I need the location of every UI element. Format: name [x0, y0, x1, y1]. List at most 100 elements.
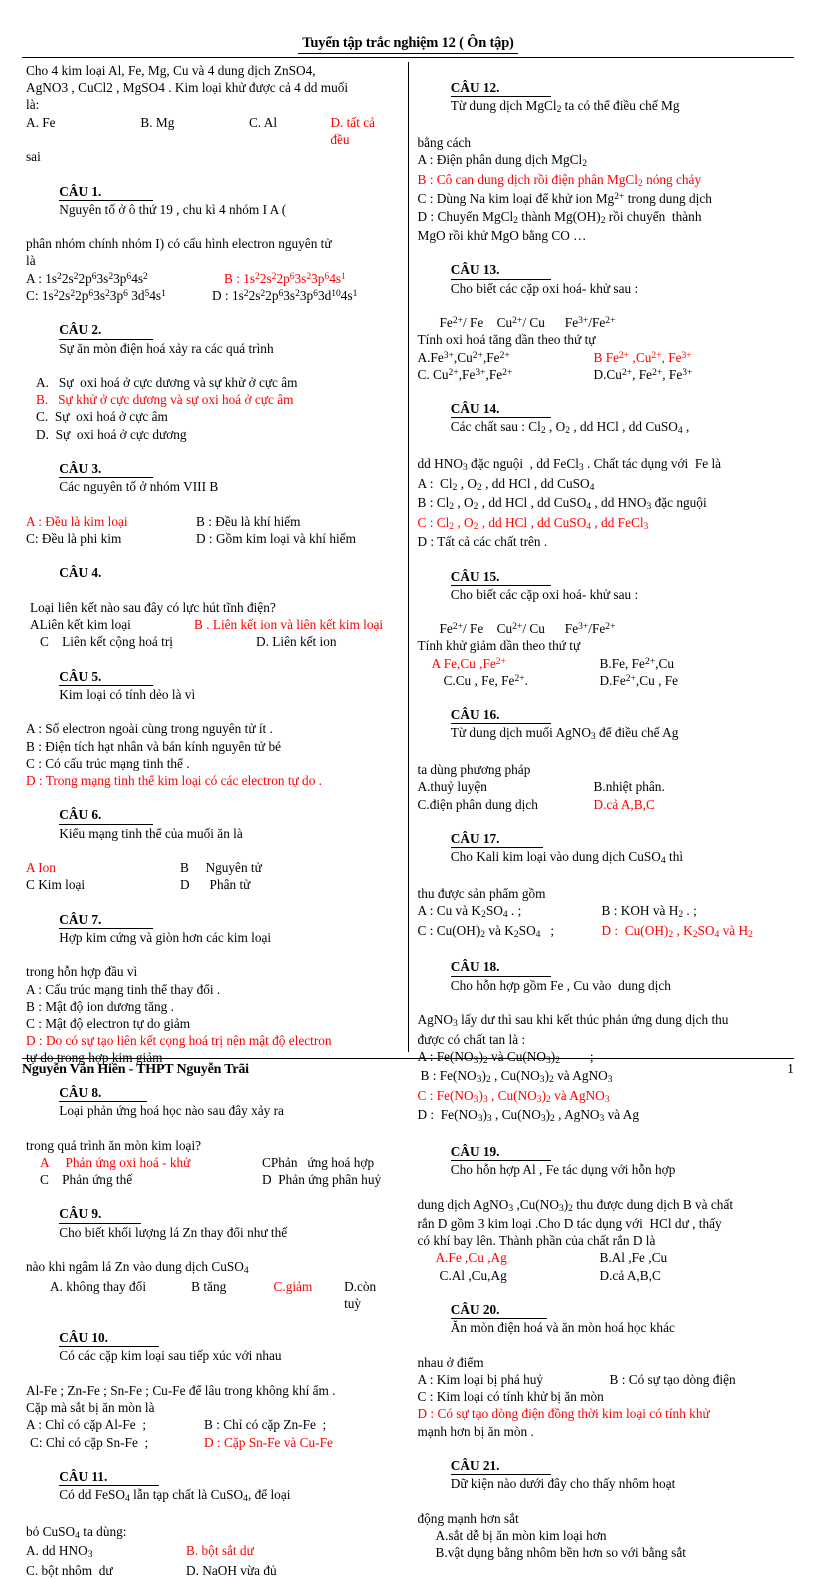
question-15-header: CÂU 15. Cho biết các cặp oxi hoá- khử sa…: [418, 550, 789, 620]
question-9-option-d[interactable]: D.còn tuỳ: [344, 1278, 395, 1312]
question-20-option-d[interactable]: D : Có sự tạo dòng điện đồng thời kim lo…: [418, 1405, 789, 1422]
question-20-option-c[interactable]: C : Kim loại có tính khử bị ăn mòn: [418, 1388, 789, 1405]
question-18-stem-line-3: được có chất tan là :: [417, 1031, 526, 1047]
question-12-header: CÂU 12. Từ dung dịch MgCl2 ta có thể điề…: [418, 62, 789, 134]
question-4-option-d[interactable]: D. Liên kết ion: [256, 633, 337, 650]
question-6-option-d[interactable]: D Phân tử: [180, 876, 250, 893]
question-14-option-b[interactable]: B : Cl2 , O2 , dd HCl , dd CuSO4 , dd HN…: [418, 494, 789, 513]
question-2-option-a[interactable]: A. Sự oxi hoá ở cực dương và sự khử ở cự…: [26, 374, 396, 391]
question-7-option-d[interactable]: D : Do có sự tạo liên kết cọng hoá trị n…: [26, 1032, 396, 1049]
question-16-number: CÂU 16.: [450, 706, 551, 725]
question-9-option-a[interactable]: A. không thay đổi: [50, 1278, 191, 1312]
question-10-option-c[interactable]: C: Chỉ có cặp Sn-Fe ;: [30, 1434, 204, 1451]
question-7-option-c[interactable]: C : Mật độ electron tự do giảm: [26, 1015, 396, 1032]
question-19-option-d[interactable]: D.cả A,B,C: [600, 1267, 661, 1284]
question-11-option-d[interactable]: D. NaOH vừa đủ: [186, 1562, 277, 1579]
question-21: CÂU 21. Dữ kiện nào dưới đây cho thấy nh…: [418, 1440, 789, 1562]
question-3-option-d[interactable]: D : Gồm kim loại và khí hiếm: [196, 530, 356, 547]
question-4-option-c[interactable]: C Liên kết cộng hoá trị: [40, 633, 256, 650]
question-5-option-a[interactable]: A : Số electron ngoài cùng trong nguyên …: [26, 720, 396, 737]
question-13-redox-pairs: Fe2+/ Fe Cu2+/ Cu Fe3+/Fe2+: [439, 315, 616, 331]
question-9-stem-line-2: nào khi ngâm lá Zn vào dung dịch CuSO4: [26, 1259, 249, 1277]
question-20-option-a[interactable]: A : Kim loại bị phá huỷ: [418, 1371, 610, 1388]
question-3-option-c[interactable]: C: Đều là phi kim: [26, 530, 196, 547]
question-17-option-a[interactable]: A : Cu và K2SO4 . ;: [418, 902, 602, 921]
question-12-option-a[interactable]: A : Điện phân dung dịch MgCl2: [418, 151, 789, 170]
question-16-option-a[interactable]: A.thuỷ luyện: [418, 778, 594, 795]
question-8-option-c[interactable]: C Phản ứng thế: [40, 1171, 262, 1188]
question-13-option-d[interactable]: D.Cu2+, Fe2+, Fe3+: [594, 366, 693, 383]
question-10-stem-line-3: Cặp mà sắt bị ăn mòn là: [26, 1400, 155, 1416]
question-6-option-b[interactable]: B Nguyên tử: [180, 859, 262, 876]
question-4-options-ab: ALiên kết kim loại B . Liên kết ion và l…: [26, 616, 396, 633]
question-19-option-b[interactable]: B.Al ,Fe ,Cu: [600, 1249, 668, 1266]
question-15-option-a[interactable]: A Fe,Cu ,Fe2+: [432, 655, 600, 672]
question-20-option-b[interactable]: B : Có sự tạo dòng điện: [610, 1371, 736, 1388]
question-14-option-c[interactable]: C : Cl2 , O2 , dd HCl , dd CuSO4 , dd Fe…: [418, 514, 789, 533]
question-14-option-d[interactable]: D : Tất cả các chất trên .: [418, 533, 789, 550]
question-3-option-b[interactable]: B : Đều là khí hiếm: [196, 513, 301, 530]
question-15-option-c[interactable]: C.Cu , Fe, Fe2+.: [444, 672, 600, 689]
question-9-option-c[interactable]: C.giảm: [274, 1278, 345, 1312]
intro-option-b[interactable]: B. Mg: [140, 114, 249, 148]
question-10-option-a[interactable]: A : Chỉ có cặp Al-Fe ;: [26, 1416, 204, 1433]
question-1-option-d[interactable]: D : 1s22s22p63s23p63d104s1: [212, 287, 357, 304]
question-20-options-ab: A : Kim loại bị phá huỷ B : Có sự tạo dò…: [418, 1371, 789, 1388]
question-13-option-c[interactable]: C. Cu2+,Fe3+,Fe2+: [418, 366, 594, 383]
question-1: CÂU 1. Nguyên tố ở ô thứ 19 , chu kì 4 n…: [26, 165, 396, 304]
question-13-option-a[interactable]: A.Fe3+,Cu2+,Fe2+: [418, 349, 594, 366]
question-6-option-c[interactable]: C Kim loại: [26, 876, 180, 893]
question-2-option-d[interactable]: D. Sự oxi hoá ở cực dương: [26, 426, 396, 443]
question-2-option-b[interactable]: B. Sự khử ở cực dương và sự oxi hoá ở cự…: [26, 391, 396, 408]
question-8-option-a[interactable]: A Phản ứng oxi hoá - khử: [40, 1154, 262, 1171]
question-15-option-b[interactable]: B.Fe, Fe2+,Cu: [600, 655, 674, 672]
intro-option-a[interactable]: A. Fe: [26, 114, 140, 148]
intro-option-d[interactable]: D. tất cả đều: [330, 114, 395, 148]
question-12-option-b[interactable]: B : Cô can dung dịch rồi điện phân MgCl2…: [418, 171, 789, 190]
question-19-option-a[interactable]: A.Fe ,Cu ,Ag: [436, 1249, 600, 1266]
question-21-option-a[interactable]: A.sắt dễ bị ăn mòn kim loại hơn: [418, 1527, 789, 1544]
question-5-option-c[interactable]: C : Có cấu trúc mạng tinh thể .: [26, 755, 396, 772]
question-11-option-c[interactable]: C. bột nhôm dư: [26, 1562, 186, 1579]
question-8-option-b[interactable]: CPhản ứng hoá hợp: [262, 1154, 374, 1171]
question-8-options-cd: C Phản ứng thế D Phản ứng phân huỷ: [26, 1171, 396, 1188]
question-1-option-c[interactable]: C: 1s22s22p63s23p6 3d54s1: [26, 287, 212, 304]
intro-option-c[interactable]: C. Al: [249, 114, 330, 148]
question-18-option-c[interactable]: C : Fe(NO3)3 , Cu(NO3)2 và AgNO3: [418, 1087, 789, 1106]
question-17-option-b[interactable]: B : KOH và H2 . ;: [602, 902, 697, 921]
question-10-header: CÂU 10. Có các cặp kim loại sau tiếp xúc…: [26, 1312, 396, 1382]
question-9-option-b[interactable]: B tăng: [191, 1278, 273, 1312]
question-11-option-b[interactable]: B. bột sắt dư: [186, 1542, 254, 1561]
question-12-option-c[interactable]: C : Dùng Na kim loại để khử ion Mg2+ tro…: [418, 190, 789, 207]
question-4-option-b[interactable]: B . Liên kết ion và liên kết kim loại: [194, 616, 383, 633]
question-6-option-a[interactable]: A Ion: [26, 859, 180, 876]
question-4-option-a[interactable]: ALiên kết kim loại: [30, 616, 194, 633]
question-16-option-c[interactable]: C.điện phân dung dịch: [418, 796, 594, 813]
question-5-option-b[interactable]: B : Điện tích hạt nhân và bán kính nguyê…: [26, 738, 396, 755]
question-14-option-a[interactable]: A : Cl2 , O2 , dd HCl , dd CuSO4: [418, 475, 789, 494]
question-3-option-a[interactable]: A : Đều là kim loại: [26, 513, 196, 530]
question-10-option-d[interactable]: D : Cặp Sn-Fe và Cu-Fe: [204, 1434, 333, 1451]
question-19-option-c[interactable]: C.Al ,Cu,Ag: [440, 1267, 600, 1284]
question-15-stem-line-3: Tính khử giảm dần theo thứ tự: [417, 638, 581, 654]
question-1-option-a[interactable]: A : 1s22s22p63s23p64s2: [26, 270, 224, 287]
question-15-option-d[interactable]: D.Fe2+,Cu , Fe: [600, 672, 679, 689]
question-13: CÂU 13. Cho biết các cặp oxi hoá- khử sa…: [418, 244, 789, 383]
question-21-option-b[interactable]: B.vật dụng bằng nhôm bền hơn so với bằng…: [418, 1544, 789, 1561]
question-13-option-b[interactable]: B Fe2+ ,Cu2+, Fe3+: [594, 349, 692, 366]
question-17-option-c[interactable]: C : Cu(OH)2 và K2SO4 ;: [418, 922, 602, 941]
question-7-option-a[interactable]: A : Cấu trúc mạng tinh thể thay đổi .: [26, 981, 396, 998]
question-12-option-d[interactable]: D : Chuyển MgCl2 thành Mg(OH)2 rồi chuyể…: [418, 208, 789, 227]
question-10-option-b[interactable]: B : Chỉ có cặp Zn-Fe ;: [204, 1416, 326, 1433]
question-1-option-b[interactable]: B : 1s22s22p63s23p64s1: [224, 270, 346, 287]
question-7-option-b[interactable]: B : Mật độ ion dương tăng .: [26, 998, 396, 1015]
question-13-options-ab: A.Fe3+,Cu2+,Fe2+ B Fe2+ ,Cu2+, Fe3+: [418, 349, 789, 366]
question-11-option-a[interactable]: A. dd HNO3: [26, 1542, 186, 1561]
question-16-option-d[interactable]: D.cả A,B,C: [594, 796, 655, 813]
question-6-number: CÂU 6.: [59, 806, 154, 825]
question-16-option-b[interactable]: B.nhiệt phân.: [594, 778, 665, 795]
question-2-option-c[interactable]: C. Sự oxi hoá ở cực âm: [26, 408, 396, 425]
question-5-option-d[interactable]: D : Trong mạng tinh thể kim loại có các …: [26, 772, 396, 789]
question-8-option-d[interactable]: D Phản ứng phân huỷ: [262, 1171, 381, 1188]
question-17-option-d[interactable]: D : Cu(OH)2 , K2SO4 và H2: [602, 922, 753, 941]
